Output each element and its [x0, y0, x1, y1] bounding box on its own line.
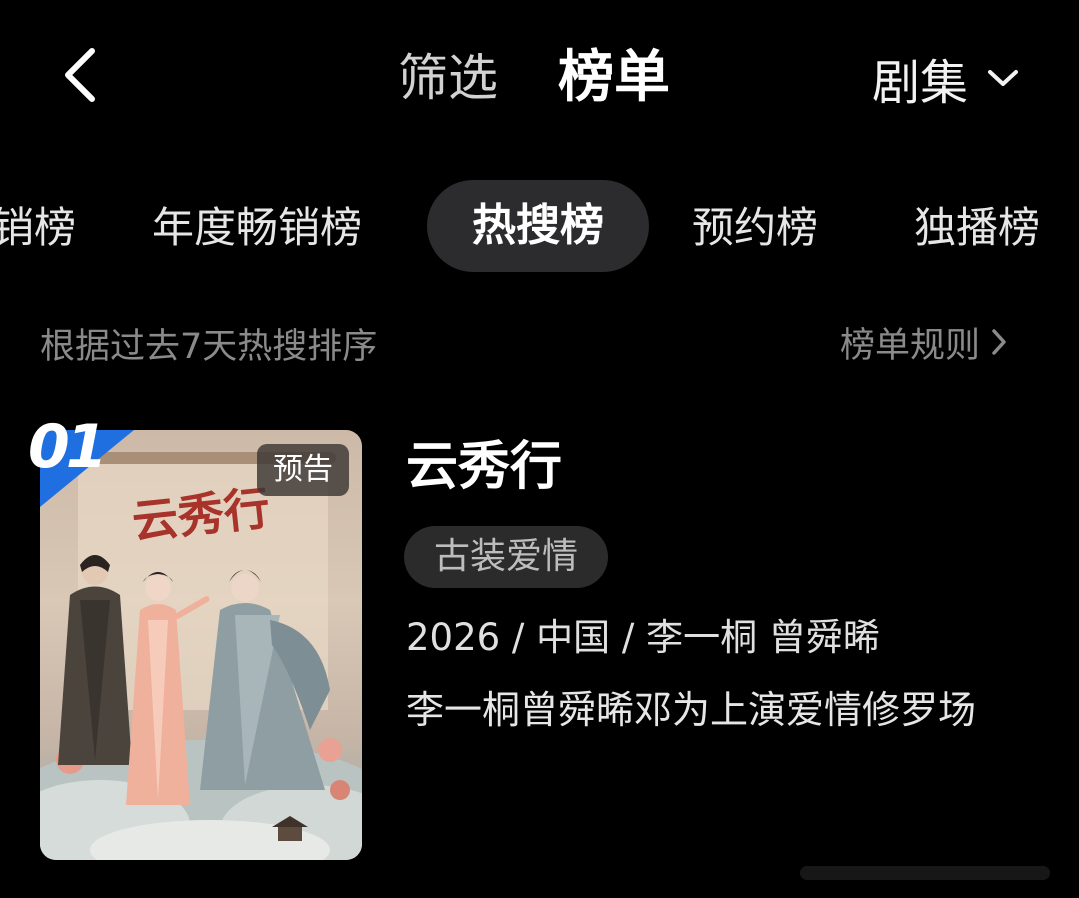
tab-filter[interactable]: 筛选 [398, 44, 498, 112]
rank-number: 01 [28, 412, 107, 482]
genre-tag[interactable]: 古装爱情 [404, 526, 609, 588]
chevron-right-icon [992, 329, 1006, 355]
watermark [800, 866, 1050, 880]
show-meta: 2026 / 中国 / 李一桐 曾舜晞 [406, 616, 880, 659]
ranking-description: 根据过去7天热搜排序 [40, 327, 378, 367]
category-label: 剧集 [872, 55, 969, 111]
rank-tab-annual-bestselling[interactable]: 年度畅销榜 [152, 190, 362, 266]
rank-tab-hot-search[interactable]: 热搜榜 [427, 180, 649, 272]
rank-tab-reservation[interactable]: 预约榜 [692, 190, 818, 266]
category-dropdown[interactable]: 剧集 [872, 44, 1020, 112]
show-title[interactable]: 云秀行 [406, 432, 562, 502]
trailer-badge: 预告 [257, 444, 349, 496]
back-button[interactable] [50, 40, 110, 110]
tab-ranking[interactable]: 榜单 [558, 44, 670, 112]
show-description: 李一桐曾舜晞邓为上演爱情修罗场 [406, 688, 977, 732]
ranking-rules-label: 榜单规则 [840, 325, 981, 366]
ranking-rules-link[interactable]: 榜单规则 [840, 318, 1008, 366]
chevron-left-icon [65, 48, 95, 102]
chevron-down-icon [988, 70, 1019, 86]
rank-tab-exclusive[interactable]: 独播榜 [914, 190, 1040, 266]
rank-tab-bestselling[interactable]: 销榜 [0, 190, 76, 266]
